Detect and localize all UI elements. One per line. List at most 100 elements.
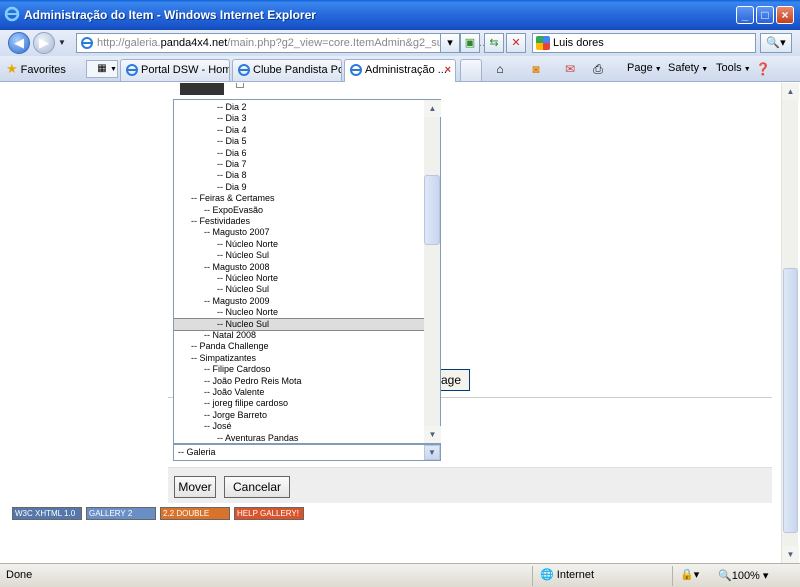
divider bbox=[532, 566, 533, 586]
divider bbox=[672, 566, 673, 586]
search-input[interactable]: Luis dores bbox=[532, 33, 756, 53]
home-icon[interactable]: ⌂ bbox=[492, 61, 508, 77]
tab-list-dropdown-icon[interactable]: ▼ bbox=[110, 66, 117, 73]
address-dropdown-icon[interactable]: ▾ bbox=[440, 33, 460, 53]
gallery2-badge[interactable]: GALLERY 2 bbox=[86, 507, 156, 520]
zoom-icon: 🔍 bbox=[718, 570, 732, 582]
chevron-down-icon[interactable]: ▼ bbox=[424, 445, 440, 460]
star-icon: ★ bbox=[6, 61, 18, 76]
address-input[interactable]: http://galeria.panda4x4.net/main.php?g2_… bbox=[76, 33, 488, 53]
print-icon[interactable]: ⎙ bbox=[590, 61, 606, 77]
tree-item[interactable]: -- Jorge Barreto bbox=[174, 410, 424, 421]
item-thumbnail bbox=[180, 83, 224, 95]
scroll-down-icon[interactable]: ▼ bbox=[424, 426, 441, 443]
help-icon[interactable]: ❓ bbox=[755, 61, 771, 77]
stop-icon[interactable]: ✕ bbox=[506, 33, 526, 53]
zoom-level[interactable]: 🔍100% ▾ bbox=[718, 569, 768, 582]
tree-item[interactable]: -- Núcleo Norte bbox=[174, 239, 424, 250]
safety-menu[interactable]: Safety ▼ bbox=[668, 62, 708, 74]
destination-select-value: -- Galeria bbox=[178, 447, 216, 457]
tree-item[interactable]: -- João Valente bbox=[174, 387, 424, 398]
tree-item[interactable]: -- Núcleo Sul bbox=[174, 284, 424, 295]
title-bar: Administração do Item - Windows Internet… bbox=[0, 0, 800, 30]
tree-item[interactable]: -- Magusto 2009 bbox=[174, 296, 424, 307]
compatibility-view-icon[interactable]: ▣ bbox=[460, 33, 480, 53]
window-title: Administração do Item - Windows Internet… bbox=[24, 8, 316, 22]
ie-logo-icon bbox=[4, 6, 20, 22]
tree-item[interactable]: -- Filipe Cardoso bbox=[174, 364, 424, 375]
tree-item[interactable]: -- ExpoEvasão bbox=[174, 205, 424, 216]
tab-toolbar: ★ Favorites ▦ ▼ Portal DSW - Home Clube P… bbox=[0, 56, 800, 82]
tree-item[interactable]: -- Magusto 2007 bbox=[174, 227, 424, 238]
tree-item[interactable]: -- Magusto 2008 bbox=[174, 262, 424, 273]
tree-item[interactable]: -- joreg filipe cardoso bbox=[174, 398, 424, 409]
status-bar: Done 🌐 Internet 🔒▾ 🔍100% ▾ bbox=[0, 563, 800, 587]
tree-item[interactable]: -- Dia 3 bbox=[174, 113, 424, 124]
tree-item[interactable]: -- Dia 8 bbox=[174, 170, 424, 181]
tree-item[interactable]: -- Dia 4 bbox=[174, 125, 424, 136]
globe-icon: 🌐 bbox=[540, 569, 554, 581]
minimize-button[interactable]: _ bbox=[736, 6, 754, 24]
page-content: age -- Dia 2 -- Dia 3 -- Dia 4 -- Dia 5 -- D… bbox=[0, 83, 781, 563]
tree-item[interactable]: -- Festividades bbox=[174, 216, 424, 227]
forward-button[interactable]: ▶ bbox=[33, 32, 55, 54]
search-icon[interactable]: 🔍▾ bbox=[760, 33, 792, 53]
page-menu[interactable]: Page ▼ bbox=[627, 62, 662, 74]
close-tab-icon[interactable]: × bbox=[445, 60, 451, 80]
tree-item[interactable]: -- Panda Challenge bbox=[174, 341, 424, 352]
tree-item[interactable]: -- Núcleo Norte bbox=[174, 273, 424, 284]
tree-item[interactable]: -- Natal 2008 bbox=[174, 330, 424, 341]
tree-item[interactable]: -- Nucleo Norte bbox=[174, 307, 424, 318]
scroll-up-icon[interactable]: ▲ bbox=[782, 83, 799, 100]
search-value: Luis dores bbox=[553, 37, 604, 49]
page-scrollbar[interactable]: ▲ ▼ bbox=[781, 83, 799, 563]
listbox-scrollbar[interactable]: ▲ ▼ bbox=[424, 100, 441, 443]
address-url: http://galeria.panda4x4.net/main.php?g2_… bbox=[97, 37, 489, 49]
tree-item[interactable]: -- João Pedro Reis Mota bbox=[174, 376, 424, 387]
tab-administracao[interactable]: Administração ... × bbox=[344, 59, 456, 82]
page-icon bbox=[81, 37, 93, 49]
tree-item[interactable]: -- Dia 6 bbox=[174, 148, 424, 159]
address-toolbar: ◀ ▶ ▼ http://galeria.panda4x4.net/main.p… bbox=[0, 30, 800, 56]
tree-item[interactable]: -- Núcleo Sul bbox=[174, 250, 424, 261]
status-text: Done bbox=[6, 569, 33, 581]
xhtml-badge[interactable]: W3C XHTML 1.0 bbox=[12, 507, 82, 520]
new-tab-button[interactable] bbox=[460, 59, 482, 81]
tree-item[interactable]: -- Dia 2 bbox=[174, 102, 424, 113]
favorites-button[interactable]: ★ Favorites bbox=[6, 61, 66, 77]
protected-mode-icon[interactable]: 🔒▾ bbox=[680, 568, 699, 581]
close-window-button[interactable]: × bbox=[776, 6, 794, 24]
checkbox[interactable] bbox=[236, 83, 244, 88]
tree-item[interactable]: -- Dia 7 bbox=[174, 159, 424, 170]
tools-menu[interactable]: Tools ▼ bbox=[716, 62, 751, 74]
album-tree-listbox[interactable]: -- Dia 2 -- Dia 3 -- Dia 4 -- Dia 5 -- Dia 6… bbox=[173, 99, 441, 444]
listbox-scroll-thumb[interactable] bbox=[424, 175, 440, 245]
page-scroll-thumb[interactable] bbox=[783, 268, 798, 533]
help-gallery-badge[interactable]: HELP GALLERY! bbox=[234, 507, 304, 520]
move-button[interactable]: Mover bbox=[174, 476, 216, 498]
destination-select[interactable]: -- Galeria ▼ bbox=[173, 444, 441, 461]
tab-portal-dsw[interactable]: Portal DSW - Home bbox=[120, 59, 230, 81]
tree-item[interactable]: -- Dia 5 bbox=[174, 136, 424, 147]
mail-icon[interactable]: ✉ bbox=[562, 61, 578, 77]
refresh-icon[interactable]: ⇆ bbox=[484, 33, 504, 53]
google-icon bbox=[536, 36, 550, 50]
history-dropdown-icon[interactable]: ▼ bbox=[58, 38, 66, 47]
scroll-down-icon[interactable]: ▼ bbox=[782, 546, 799, 563]
tree-item[interactable]: -- Dia 9 bbox=[174, 182, 424, 193]
cancel-button[interactable]: Cancelar bbox=[224, 476, 290, 498]
tree-item[interactable]: -- Nucleo Sul bbox=[174, 317, 424, 332]
maximize-button[interactable]: □ bbox=[756, 6, 774, 24]
ie-page-icon bbox=[238, 64, 250, 76]
ie-page-icon bbox=[126, 64, 138, 76]
double-theme-badge[interactable]: 2.2 DOUBLE bbox=[160, 507, 230, 520]
tree-item[interactable]: -- Feiras & Certames bbox=[174, 193, 424, 204]
tab-clube-pandista[interactable]: Clube Pandista Po... bbox=[232, 59, 342, 81]
tree-item[interactable]: -- José bbox=[174, 421, 424, 432]
scroll-up-icon[interactable]: ▲ bbox=[424, 100, 441, 117]
tree-item[interactable]: -- Aventuras Pandas bbox=[174, 433, 424, 443]
feeds-icon[interactable]: ◙ bbox=[528, 61, 544, 77]
tree-item[interactable]: -- Simpatizantes bbox=[174, 353, 424, 364]
security-zone: 🌐 Internet bbox=[540, 569, 595, 581]
back-button[interactable]: ◀ bbox=[8, 32, 30, 54]
